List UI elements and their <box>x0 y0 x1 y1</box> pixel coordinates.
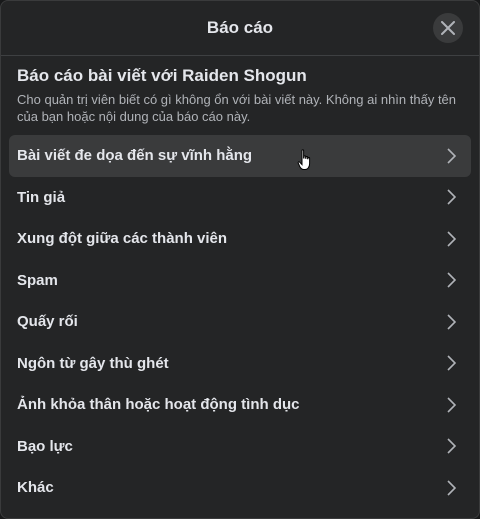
option-member-conflict[interactable]: Xung đột giữa các thành viên <box>9 218 471 260</box>
chevron-right-icon <box>441 353 461 373</box>
option-label: Bạo lực <box>17 437 73 455</box>
dialog-header: Báo cáo <box>1 1 479 56</box>
intro-section: Báo cáo bài viết với Raiden Shogun Cho q… <box>1 56 479 129</box>
chevron-right-icon <box>441 312 461 332</box>
option-label: Ngôn từ gây thù ghét <box>17 354 169 372</box>
hand-cursor-icon <box>297 149 313 176</box>
close-icon <box>441 21 455 35</box>
option-fake-news[interactable]: Tin giả <box>9 177 471 219</box>
report-dialog: Báo cáo Báo cáo bài viết với Raiden Shog… <box>0 0 480 519</box>
dialog-title: Báo cáo <box>206 18 274 37</box>
option-label: Xung đột giữa các thành viên <box>17 230 228 248</box>
option-label: Ảnh khỏa thân hoặc hoạt động tình dục <box>17 396 300 414</box>
close-button[interactable] <box>433 13 463 43</box>
option-label: Tin giả <box>17 188 66 206</box>
chevron-right-icon <box>441 187 461 207</box>
option-label: Khác <box>17 479 54 497</box>
chevron-right-icon <box>441 229 461 249</box>
option-hate-speech[interactable]: Ngôn từ gây thù ghét <box>9 343 471 385</box>
option-other[interactable]: Khác <box>9 467 471 509</box>
chevron-right-icon <box>441 478 461 498</box>
option-spam[interactable]: Spam <box>9 260 471 302</box>
chevron-right-icon <box>441 270 461 290</box>
report-options-list: Bài viết đe dọa đến sự vĩnh hằng Tin giả… <box>1 129 479 509</box>
chevron-right-icon <box>441 395 461 415</box>
chevron-right-icon <box>441 146 461 166</box>
option-threat-eternity[interactable]: Bài viết đe dọa đến sự vĩnh hằng <box>9 135 471 177</box>
option-harassment[interactable]: Quấy rối <box>9 301 471 343</box>
option-label: Bài viết đe dọa đến sự vĩnh hằng <box>17 147 253 165</box>
option-nudity[interactable]: Ảnh khỏa thân hoặc hoạt động tình dục <box>9 384 471 426</box>
option-label: Quấy rối <box>17 313 78 331</box>
intro-title: Báo cáo bài viết với Raiden Shogun <box>17 66 307 85</box>
intro-description: Cho quản trị viên biết có gì không ổn vớ… <box>17 92 457 124</box>
option-violence[interactable]: Bạo lực <box>9 426 471 468</box>
option-label: Spam <box>17 271 58 289</box>
chevron-right-icon <box>441 436 461 456</box>
